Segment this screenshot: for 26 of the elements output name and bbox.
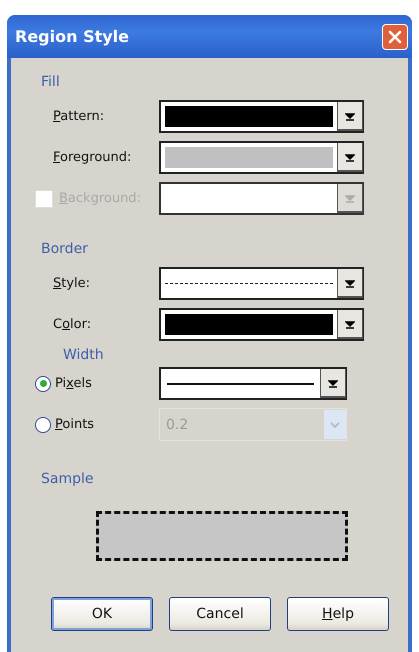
dropdown[interactable]: [159, 308, 364, 341]
dropdown[interactable]: [159, 141, 364, 174]
section-heading: Sample: [41, 471, 94, 489]
radio-button[interactable]: [35, 376, 51, 392]
dialog-button[interactable]: Cancel: [169, 597, 271, 631]
window-title: Region Style: [15, 27, 129, 46]
field-label: Style:: [53, 276, 90, 291]
solid-line-icon: [167, 382, 314, 384]
dialog-button[interactable]: OK: [51, 597, 153, 631]
dropdown[interactable]: [159, 267, 364, 300]
section-heading: Border: [41, 241, 89, 259]
dashed-line-icon: [165, 283, 333, 284]
dialog-button[interactable]: Help: [287, 597, 389, 631]
radio-label: Pixels: [55, 376, 92, 391]
group-label: Width: [63, 347, 105, 363]
radio-label: Points: [55, 417, 94, 432]
field-label: Pattern:: [53, 109, 104, 124]
section-heading: Fill: [41, 74, 61, 92]
field-label: Color:: [53, 317, 92, 332]
close-button[interactable]: [382, 24, 408, 50]
field-label: Foreground:: [53, 150, 132, 165]
close-icon: [387, 28, 403, 44]
dropdown[interactable]: [159, 367, 347, 400]
radio-button[interactable]: [35, 416, 51, 432]
dropdown[interactable]: [159, 100, 364, 133]
chevron-icon: [324, 410, 346, 439]
